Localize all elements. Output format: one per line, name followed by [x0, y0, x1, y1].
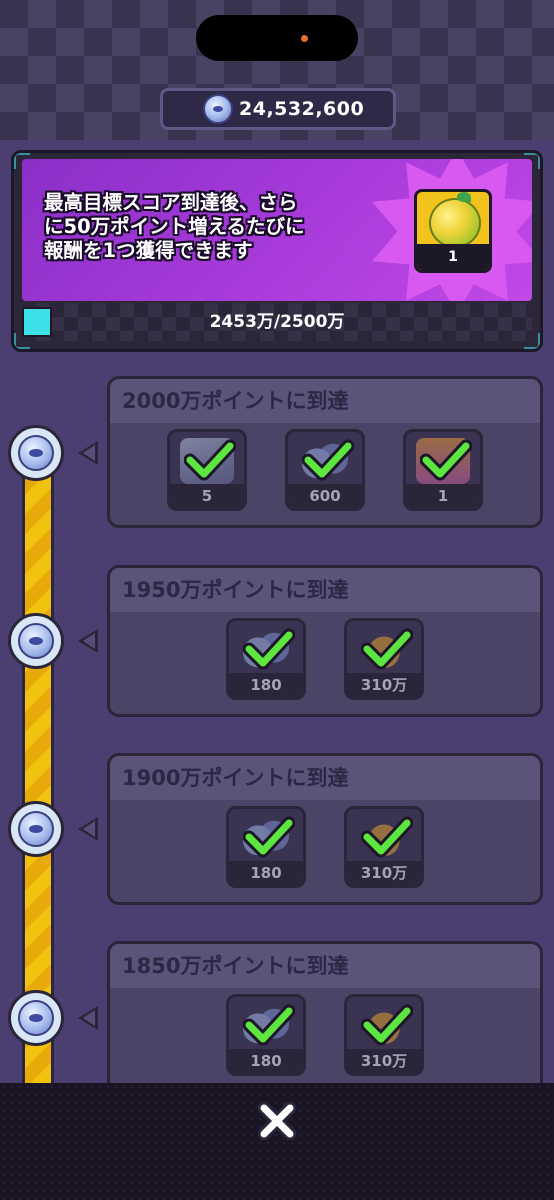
fish-coin-icon	[18, 811, 54, 847]
checkmark-icon	[243, 1004, 295, 1046]
reward-quantity: 1	[406, 484, 480, 508]
banner-line-1: 最高目標スコア到達後、さら	[44, 191, 298, 214]
milestone-items: 180 310万	[110, 618, 540, 708]
milestone-title: 1900万ポイントに到達	[110, 756, 540, 800]
frame-corner	[14, 153, 30, 169]
checkmark-icon	[361, 1004, 413, 1046]
pointer-arrow-icon	[78, 629, 98, 653]
banner-line-2: に50万ポイント増えるたびに	[44, 215, 305, 238]
pointer-arrow-icon	[78, 1006, 98, 1030]
checkmark-icon	[243, 628, 295, 670]
reward-quantity: 310万	[347, 1049, 421, 1073]
reward-item[interactable]: 180	[226, 806, 306, 888]
reward-banner: 最高目標スコア到達後、さら に50万ポイント増えるたびに 報酬を1つ獲得できます…	[11, 150, 543, 352]
reward-item[interactable]: 180	[226, 994, 306, 1076]
star-fruit-icon	[429, 192, 481, 248]
reward-quantity: 5	[170, 484, 244, 508]
banner-description: 最高目標スコア到達後、さら に50万ポイント増えるたびに 報酬を1つ獲得できます	[44, 191, 374, 263]
milestone-node	[8, 990, 64, 1046]
milestone-title: 1950万ポイントに到達	[110, 568, 540, 612]
milestone-title: 1850万ポイントに到達	[110, 944, 540, 988]
checkmark-icon	[361, 628, 413, 670]
fish-coin-icon	[18, 1000, 54, 1036]
fish-coin-icon	[203, 94, 233, 124]
close-x-icon[interactable]	[254, 1098, 300, 1144]
reward-quantity: 600	[288, 484, 362, 508]
milestone-card: 1850万ポイントに到達 180 310万	[107, 941, 543, 1093]
banner-reward-count: 1	[417, 244, 489, 270]
checkmark-icon	[184, 439, 236, 481]
checkmark-icon	[361, 816, 413, 858]
reward-item[interactable]: 310万	[344, 806, 424, 888]
milestone-card: 1900万ポイントに到達 180 310万	[107, 753, 543, 905]
progress-bar: 2453万/2500万	[22, 303, 532, 341]
reward-quantity: 310万	[347, 673, 421, 697]
reward-quantity: 180	[229, 1049, 303, 1073]
milestone-node	[8, 801, 64, 857]
milestone-items: 5 600 1	[110, 429, 540, 519]
reward-item[interactable]: 5	[167, 429, 247, 511]
milestone-items: 180 310万	[110, 806, 540, 896]
reward-item[interactable]: 310万	[344, 994, 424, 1076]
progress-text: 2453万/2500万	[209, 312, 345, 332]
reward-item[interactable]: 180	[226, 618, 306, 700]
banner-reward-item[interactable]: 1	[414, 189, 492, 273]
pointer-arrow-icon	[78, 441, 98, 465]
currency-display: 24,532,600	[160, 88, 396, 130]
pointer-arrow-icon	[78, 817, 98, 841]
banner-line-3: 報酬を1つ獲得できます	[44, 239, 253, 262]
milestone-node	[8, 613, 64, 669]
banner-header: 最高目標スコア到達後、さら に50万ポイント増えるたびに 報酬を1つ獲得できます…	[22, 159, 532, 301]
reward-item[interactable]: 600	[285, 429, 365, 511]
reward-quantity: 180	[229, 673, 303, 697]
fish-coin-icon	[18, 435, 54, 471]
checkmark-icon	[420, 439, 472, 481]
frame-corner	[14, 333, 30, 349]
reward-item[interactable]: 1	[403, 429, 483, 511]
milestone-title: 2000万ポイントに到達	[110, 379, 540, 423]
checkmark-icon	[243, 816, 295, 858]
checkmark-icon	[302, 439, 354, 481]
frame-corner	[524, 153, 540, 169]
reward-item[interactable]: 310万	[344, 618, 424, 700]
milestone-card: 2000万ポイントに到達 5 600 1	[107, 376, 543, 528]
reward-quantity: 310万	[347, 861, 421, 885]
milestone-items: 180 310万	[110, 994, 540, 1084]
frame-corner	[524, 333, 540, 349]
camera-notch	[196, 15, 358, 61]
milestone-card: 1950万ポイントに到達 180 310万	[107, 565, 543, 717]
currency-amount: 24,532,600	[239, 98, 365, 120]
reward-quantity: 180	[229, 861, 303, 885]
milestone-node	[8, 425, 64, 481]
fish-coin-icon	[18, 623, 54, 659]
